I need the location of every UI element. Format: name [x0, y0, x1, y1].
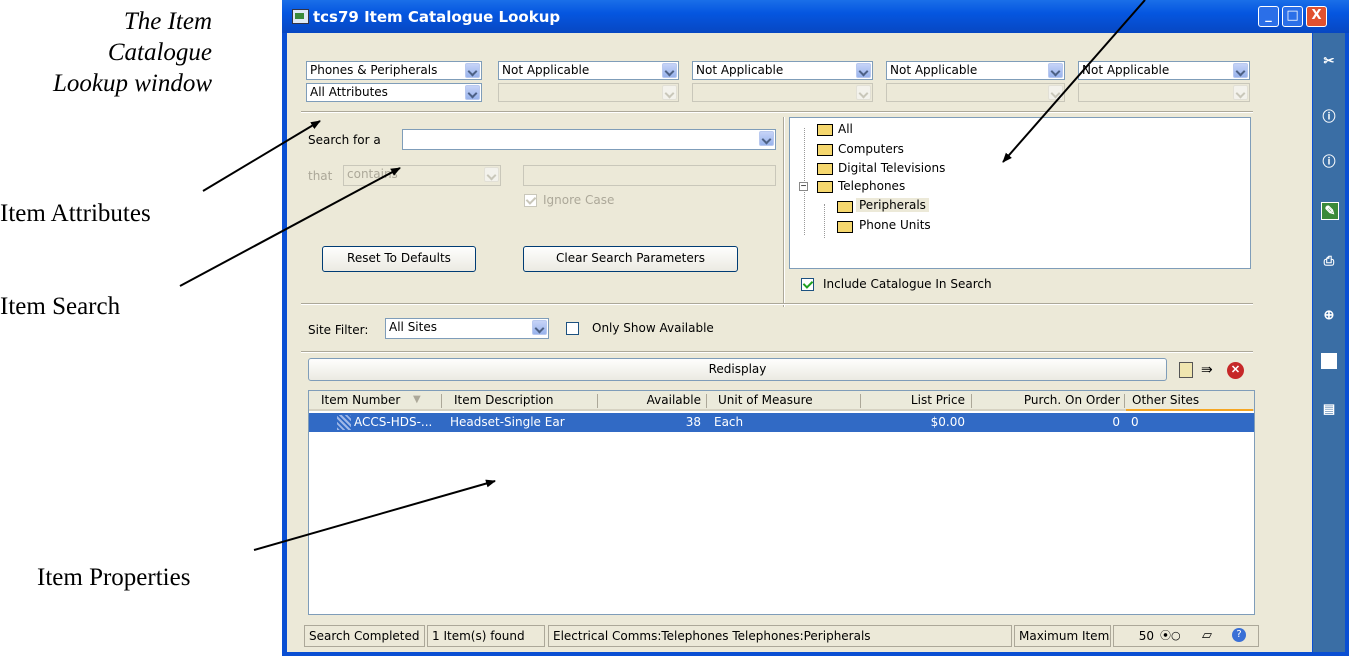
- arrow-item-properties: [253, 479, 496, 551]
- arrow-catalogue: [1002, 0, 1146, 163]
- annotation-arrows: [179, 0, 1146, 551]
- arrow-item-attributes: [202, 120, 321, 192]
